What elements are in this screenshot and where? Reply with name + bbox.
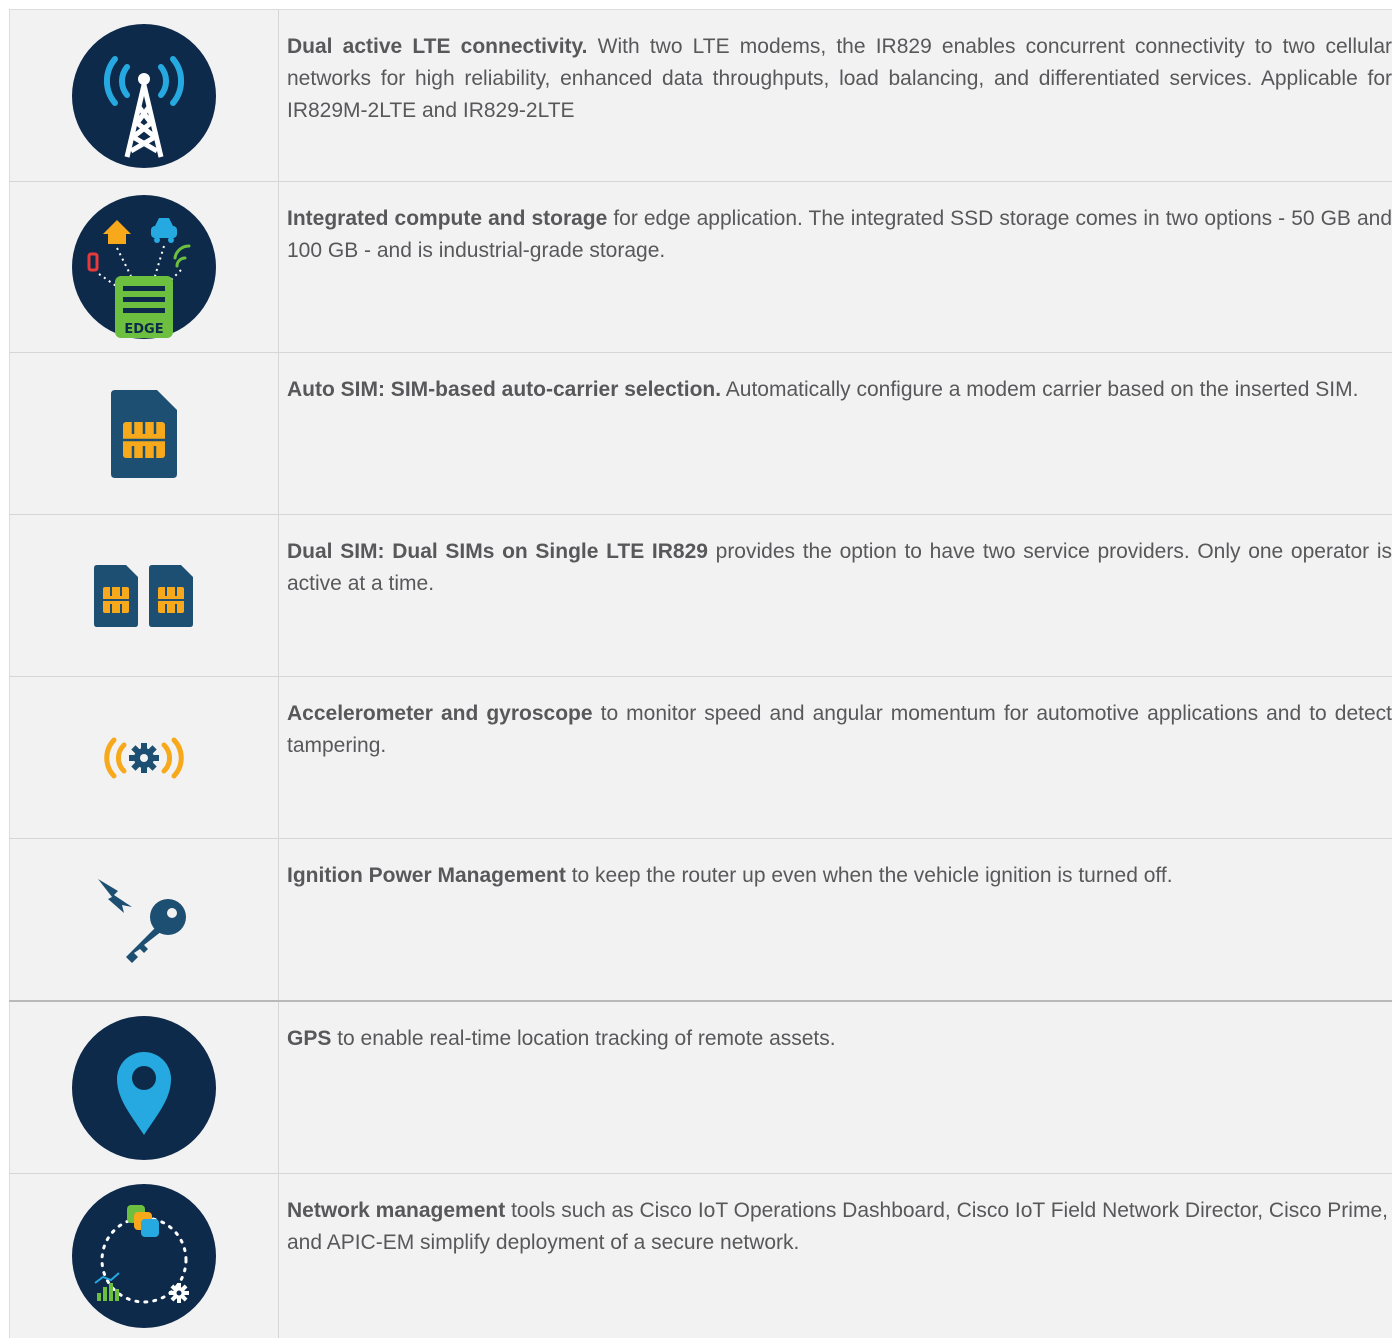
cell-tower-icon [72,23,216,168]
feature-text: to keep the router up even when the vehi… [565,864,1173,887]
feature-row: Dual SIM: Dual SIMs on Single LTE IR829 … [9,515,1392,677]
feature-row: Network management tools such as Cisco I… [9,1174,1392,1338]
feature-text: Automatically configure a modem carrier … [721,378,1359,401]
ignition-key-icon [98,878,186,963]
feature-row: Ignition Power Management to keep the ro… [9,839,1392,1002]
feature-title: GPS [287,1027,332,1050]
feature-description: Network management tools such as Cisco I… [279,1174,1392,1338]
feature-description: Ignition Power Management to keep the ro… [279,839,1392,1000]
feature-description: Integrated compute and storage for edge … [279,182,1392,352]
feature-description: GPS to enable real-time location trackin… [279,1002,1392,1173]
feature-title: Dual SIM: Dual SIMs on Single LTE IR829 [287,540,708,563]
icon-cell [9,839,279,1000]
feature-description: Dual active LTE connectivity. With two L… [279,10,1392,181]
feature-title: Auto SIM: SIM-based auto-carrier selecti… [287,378,722,401]
feature-row: Dual active LTE connectivity. With two L… [9,10,1392,182]
feature-description: Accelerometer and gyroscope to monitor s… [279,677,1392,838]
network-management-icon [72,1184,216,1328]
sim-card-icon [111,389,177,478]
icon-cell [9,1002,279,1173]
icon-cell [9,1174,279,1338]
icon-cell [9,515,279,676]
edge-label: EDGE [124,322,163,337]
feature-description: Auto SIM: SIM-based auto-carrier selecti… [279,353,1392,514]
dual-sim-icon [94,564,193,627]
feature-title: Accelerometer and gyroscope [287,702,593,725]
icon-cell [9,353,279,514]
feature-table: Dual active LTE connectivity. With two L… [9,9,1392,1338]
icon-cell: EDGE [9,182,279,352]
feature-text: to enable real-time location tracking of… [331,1027,836,1050]
feature-title: Integrated compute and storage [287,207,608,230]
edge-compute-icon: EDGE [72,195,216,339]
feature-title: Ignition Power Management [287,864,566,887]
feature-row: Accelerometer and gyroscope to monitor s… [9,677,1392,839]
icon-cell [9,677,279,838]
feature-row: GPS to enable real-time location trackin… [9,1002,1392,1174]
icon-cell [9,10,279,181]
feature-row: Auto SIM: SIM-based auto-carrier selecti… [9,353,1392,515]
feature-description: Dual SIM: Dual SIMs on Single LTE IR829 … [279,515,1392,676]
feature-title: Network management [287,1199,506,1222]
feature-row: EDGE Integrated compute and storage for … [9,182,1392,353]
feature-title: Dual active LTE connectivity. [287,35,588,58]
map-pin-icon [72,1015,216,1160]
vibration-gear-icon [104,737,184,778]
